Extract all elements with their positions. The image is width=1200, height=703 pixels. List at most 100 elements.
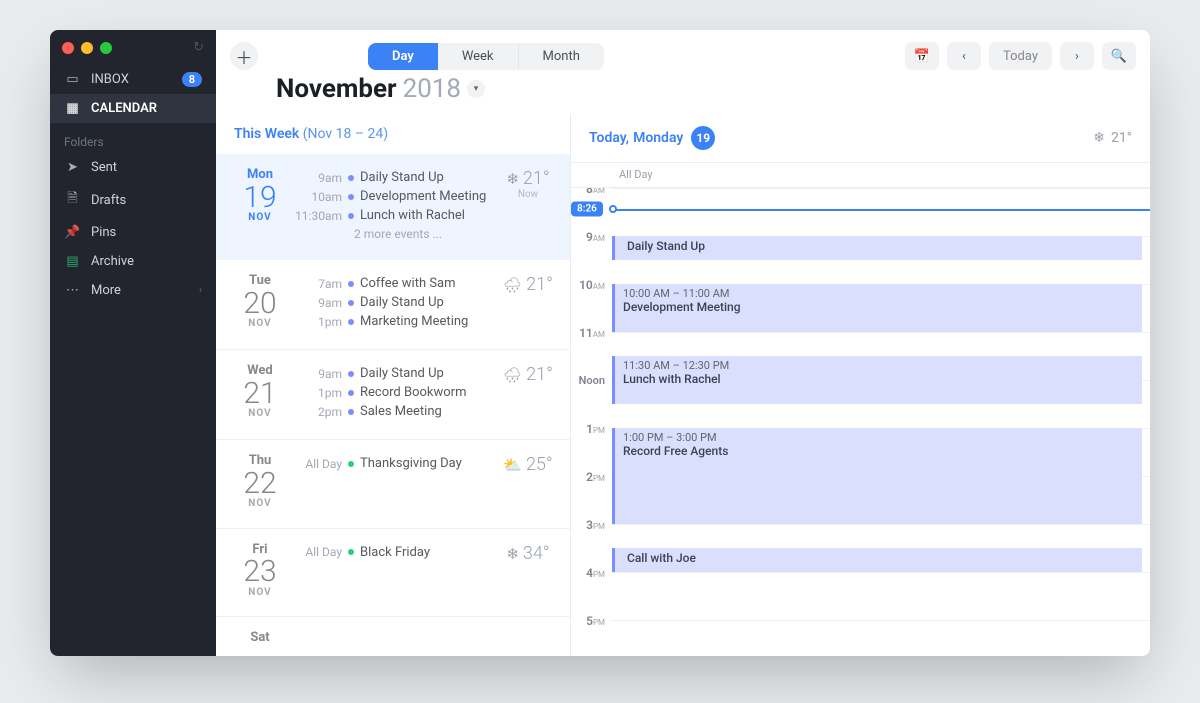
sidebar-item-label: Sent [91,160,117,175]
sidebar-item-archive[interactable]: ▤ Archive [50,247,216,276]
close-window-button[interactable] [62,42,74,54]
event-title: Development Meeting [360,189,486,204]
search-icon: 🔍 [1111,49,1127,64]
agenda-event[interactable]: 1pmMarketing Meeting [294,312,490,331]
chevron-right-icon: › [199,285,202,296]
sidebar-item-more[interactable]: ⋯ More › [50,276,216,305]
agenda-event[interactable]: 2pmSales Meeting [294,402,490,421]
day-events: 7amCoffee with Sam9amDaily Stand Up1pmMa… [294,274,490,331]
calendar-icon: ▦ [64,101,81,116]
agenda-day[interactable]: Thu22NOVAll DayThanksgiving Day⛅ 25° [216,440,570,529]
calendar-event[interactable]: 1:00 PM – 3:00 PMRecord Free Agents [612,428,1142,524]
sidebar-item-label: Archive [91,254,134,269]
day-date: Thu22NOV [238,454,282,510]
today-dow: Monday [633,130,683,146]
next-button[interactable]: › [1060,42,1094,70]
agenda-day[interactable]: Sat [216,617,570,656]
current-time-dot [609,205,617,213]
sidebar-item-pins[interactable]: 📌 Pins [50,218,216,247]
sidebar: ↻ ▭ INBOX 8 ▦ CALENDAR Folders ➤ Sent 🗎 … [50,30,216,656]
today-date-badge: 19 [691,126,715,150]
agenda-event[interactable]: 9amDaily Stand Up [294,364,490,383]
agenda-event[interactable]: 1pmRecord Bookworm [294,383,490,402]
agenda-day[interactable]: Tue20NOV7amCoffee with Sam9amDaily Stand… [216,260,570,350]
main-panel: ＋ Day Week Month 📅 ‹ Today › 🔍 [216,30,1150,656]
more-events-link[interactable]: 2 more events ... [294,225,490,241]
day-events: All DayThanksgiving Day [294,454,490,510]
timeline[interactable]: 8AM9AM10AM11AMNoon1PM2PM3PM4PM5PM8:26Dai… [571,188,1150,656]
agenda-event[interactable]: 10amDevelopment Meeting [294,187,490,206]
chevron-left-icon: ‹ [962,49,966,64]
view-switcher: Day Week Month [368,43,604,70]
calendar-event[interactable]: 11:30 AM – 12:30 PMLunch with Rachel [612,356,1142,404]
hour-label: 4PM [571,566,605,580]
event-title: Sales Meeting [360,404,442,419]
agenda-day[interactable]: Wed21NOV9amDaily Stand Up1pmRecord Bookw… [216,350,570,440]
prev-button[interactable]: ‹ [947,42,981,70]
sidebar-item-drafts[interactable]: 🗎 Drafts [50,182,216,218]
inbox-badge: 8 [182,72,202,87]
title-dropdown-button[interactable]: ▾ [467,80,485,98]
day-view-header: Today, Monday 19 ❄ 21° [571,114,1150,162]
calendar-event[interactable]: 10:00 AM – 11:00 AMDevelopment Meeting [612,284,1142,332]
view-month-tab[interactable]: Month [519,43,604,70]
date-picker-button[interactable]: 📅 [905,42,939,70]
hour-label: Noon [571,374,605,387]
event-title: Coffee with Sam [360,276,456,291]
hour-row[interactable] [611,620,1150,656]
day-date: Fri23NOV [238,543,282,599]
hour-row[interactable] [611,188,1150,236]
calendar-event[interactable]: Call with Joe [612,548,1142,572]
maximize-window-button[interactable] [100,42,112,54]
add-event-button[interactable]: ＋ [230,42,258,70]
sent-icon: ➤ [64,160,81,175]
agenda-day[interactable]: Mon19NOV9amDaily Stand Up10amDevelopment… [216,154,570,260]
today-label: Today, [589,130,629,146]
snowflake-icon: ❄ [1093,130,1105,146]
hour-label: 11AM [571,326,605,340]
drafts-icon: 🗎 [64,189,81,211]
current-time-line [612,209,1150,211]
content-body: This Week (Nov 18 – 24) Mon19NOV9amDaily… [216,114,1150,656]
day-weather: 🌧 21° [502,274,554,331]
sync-icon[interactable]: ↻ [193,40,204,55]
calendar-event[interactable]: Daily Stand Up [612,236,1142,260]
agenda-event[interactable]: 7amCoffee with Sam [294,274,490,293]
hour-row[interactable] [611,572,1150,620]
agenda-day[interactable]: Fri23NOVAll DayBlack Friday❄ 34° [216,529,570,618]
hour-label: 10AM [571,278,605,292]
agenda-event[interactable]: 9amDaily Stand Up [294,293,490,312]
more-icon: ⋯ [64,283,81,298]
view-day-tab[interactable]: Day [368,43,438,70]
agenda-panel: This Week (Nov 18 – 24) Mon19NOV9amDaily… [216,114,571,656]
archive-icon: ▤ [64,254,81,269]
day-weather: 🌧 21° [502,364,554,421]
day-events: 9amDaily Stand Up1pmRecord Bookworm2pmSa… [294,364,490,421]
page-title: November 2018 ▾ [216,70,1150,114]
agenda-event[interactable]: All DayBlack Friday [294,543,490,562]
day-events: All DayBlack Friday [294,543,490,599]
hour-label: 5PM [571,614,605,628]
agenda-days-list[interactable]: Mon19NOV9amDaily Stand Up10amDevelopment… [216,154,570,656]
today-button[interactable]: Today [989,42,1052,70]
toolbar: ＋ Day Week Month 📅 ‹ Today › 🔍 [216,30,1150,70]
chevron-right-icon: › [1075,49,1079,64]
agenda-event[interactable]: 9amDaily Stand Up [294,168,490,187]
agenda-event[interactable]: 11:30amLunch with Rachel [294,206,490,225]
sidebar-item-sent[interactable]: ➤ Sent [50,153,216,182]
minimize-window-button[interactable] [81,42,93,54]
toolbar-right: 📅 ‹ Today › 🔍 [905,42,1136,70]
sidebar-item-inbox[interactable]: ▭ INBOX 8 [50,65,216,94]
view-week-tab[interactable]: Week [438,43,519,70]
agenda-event[interactable]: All DayThanksgiving Day [294,454,490,473]
event-title: Lunch with Rachel [360,208,465,223]
agenda-header: This Week (Nov 18 – 24) [216,114,570,154]
sidebar-item-calendar[interactable]: ▦ CALENDAR [50,94,216,123]
day-weather: ❄ 21°Now [502,168,554,241]
temperature: 21° [1111,130,1132,146]
all-day-row[interactable]: All Day [571,162,1150,188]
sidebar-item-label: More [91,283,121,298]
hour-grid: 8AM9AM10AM11AMNoon1PM2PM3PM4PM5PM8:26Dai… [611,188,1150,656]
inbox-icon: ▭ [64,72,81,87]
search-button[interactable]: 🔍 [1102,42,1136,70]
